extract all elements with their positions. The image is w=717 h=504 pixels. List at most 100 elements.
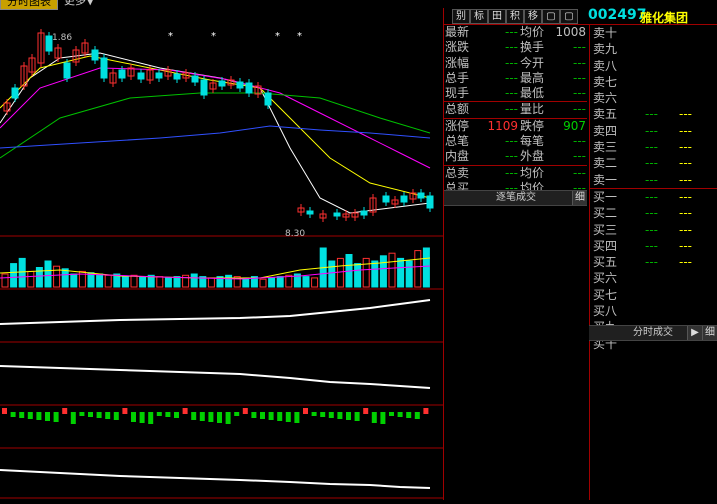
volume-bar [156,276,164,288]
macd-bar [105,412,111,419]
bid-row[interactable]: 买一 --- --- [590,189,717,205]
level-volume: --- [679,222,692,237]
ask-row[interactable]: 卖九 [590,41,717,57]
macd-bar [88,412,93,417]
high-price-label: 1.86 [52,33,72,43]
ask-row[interactable]: 卖二 --- --- [590,155,717,171]
toolbar-button[interactable]: 移 [524,9,542,24]
quote-label: 均价 [520,165,545,180]
candle-body [333,212,341,217]
macd-bar [389,412,394,416]
volume-bar [276,276,284,288]
quote-label: 最低 [520,86,545,101]
toolbar-button[interactable]: 标 [470,9,488,24]
macd-bar [260,412,265,419]
volume-bar [190,273,198,288]
toolbar-button[interactable]: 积 [506,9,524,24]
ask-row[interactable]: 卖十 [590,25,717,41]
macd-bar [113,412,119,420]
macd-bar [251,412,257,418]
macd-bar [122,408,128,414]
bid-row[interactable]: 买四 --- --- [590,238,717,254]
macd-bar [10,412,16,417]
play-icon[interactable]: ▶ [687,326,702,340]
volume-bar [405,260,413,288]
bid-row[interactable]: 买六 [590,270,717,286]
bid-row[interactable]: 买八 [590,303,717,319]
volume-bar [302,276,310,288]
macd-bar [139,412,145,423]
tab-more[interactable]: 更多▼ [58,0,100,8]
volume-bar [371,260,379,288]
quote-row: 现手 --- 最低 --- [444,86,587,101]
volume-bar [379,255,387,288]
level-volume: --- [679,206,692,221]
quote-label: 总卖 [445,165,470,180]
quote-label: 涨停 [445,118,470,133]
quote-label: 总手 [445,70,470,85]
macd-bar [354,412,360,421]
quote-value: --- [573,70,586,85]
quote-value: --- [505,102,518,117]
macd-bar [371,412,377,423]
macd-bar [131,412,136,422]
macd-bar [199,412,205,421]
tick-panel-header: 逐笔成交 细 [444,190,587,206]
macd-bar [36,412,42,420]
kline-chart-area[interactable]: 1.86 8.30 * * * * [0,8,444,500]
volume-bar [207,277,215,288]
macd-bar [311,412,317,416]
quote-value: --- [573,86,586,101]
level-price: --- [645,156,658,171]
quote-row: 内盘 --- 外盘 --- [444,149,587,164]
quote-value: --- [573,134,586,149]
indicator-line [0,365,431,389]
ask-row[interactable]: 卖一 --- --- [590,172,717,188]
bid-row[interactable]: 买二 --- --- [590,205,717,221]
candle-body [137,72,145,80]
volume-bar [130,274,138,288]
quote-label: 内盘 [445,149,470,164]
ask-row[interactable]: 卖六 [590,90,717,106]
quote-value: --- [505,134,518,149]
macd-bar [96,412,102,418]
macd-bar [79,412,85,416]
quote-value: --- [573,149,586,164]
toolbar-button[interactable]: ▢ [542,9,560,24]
ask-row[interactable]: 卖五 --- --- [590,106,717,122]
tick-detail-button[interactable]: 细 [572,191,587,205]
level-label: 买四 [593,238,618,253]
ask-row[interactable]: 卖八 [590,58,717,74]
macd-bar [191,412,197,420]
bid-row[interactable]: 买三 --- --- [590,222,717,238]
quote-table: 最新 --- 均价 1008 涨跌 --- 换手 --- 涨幅 --- 今开 --- 总手 --- 最高 --… [444,25,587,196]
indicator-line [0,469,431,489]
ask-row[interactable]: 卖七 [590,74,717,90]
level-price: --- [645,206,658,221]
volume-bar [121,276,129,288]
toolbar-button[interactable]: 田 [488,9,506,24]
level-volume: --- [679,172,692,187]
timeshare-panel-title: 分时成交 [633,327,673,338]
level-price: --- [645,255,658,270]
quote-label: 涨跌 [445,40,470,55]
ask-row[interactable]: 卖四 --- --- [590,123,717,139]
quote-value: --- [505,70,518,85]
level-volume: --- [679,189,692,204]
level-label: 卖九 [593,42,618,57]
candle-body [382,195,390,203]
candle-body [91,49,99,61]
toolbar-button[interactable]: ▢ [560,9,578,24]
timeshare-detail-button[interactable]: 细 [702,326,717,340]
ask-row[interactable]: 卖三 --- --- [590,139,717,155]
macd-bar [397,412,403,417]
bid-row[interactable]: 买七 [590,287,717,303]
quote-label: 换手 [520,40,545,55]
toolbar-button[interactable]: 别 [452,9,470,24]
bid-row[interactable]: 买五 --- --- [590,254,717,270]
level-label: 卖七 [593,74,618,89]
quote-row: 涨跌 --- 换手 --- [444,40,587,55]
volume-bar [44,260,52,288]
macd-bar [320,412,326,417]
quote-value: --- [573,102,586,117]
